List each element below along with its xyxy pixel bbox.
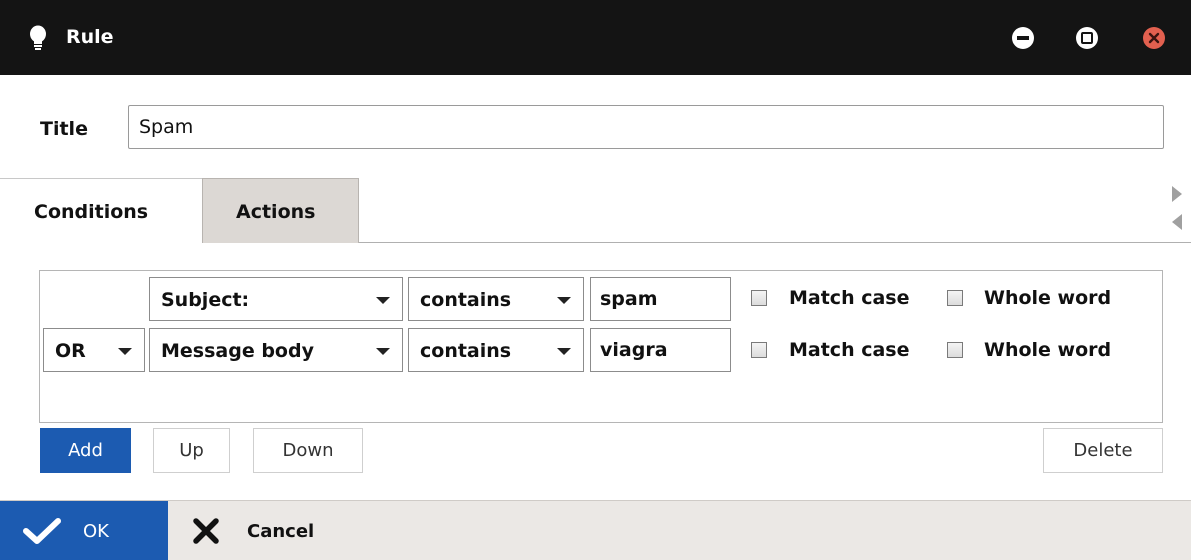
match-case-checkbox[interactable] — [751, 290, 767, 306]
tab-scroll-right-icon[interactable] — [1172, 186, 1182, 202]
match-case-checkbox[interactable] — [751, 342, 767, 358]
window-title: Rule — [66, 26, 114, 48]
chevron-down-icon — [557, 297, 571, 304]
condition-operator-select[interactable]: OR — [43, 328, 145, 372]
dialog-footer: OK Cancel — [0, 500, 1191, 560]
title-input[interactable]: Spam — [128, 105, 1164, 149]
checkmark-icon — [23, 518, 61, 544]
tab-conditions[interactable]: Conditions — [0, 178, 203, 243]
title-label: Title — [40, 118, 88, 140]
condition-comparison-value: contains — [420, 340, 512, 362]
close-x-icon — [193, 518, 219, 544]
condition-value-input[interactable]: viagra — [590, 328, 731, 372]
delete-condition-button[interactable]: Delete — [1043, 428, 1163, 473]
whole-word-checkbox[interactable] — [947, 290, 963, 306]
ok-button[interactable]: OK — [0, 501, 168, 560]
match-case-label: Match case — [789, 287, 910, 309]
whole-word-checkbox[interactable] — [947, 342, 963, 358]
condition-comparison-value: contains — [420, 289, 512, 311]
cancel-button-label: Cancel — [247, 521, 315, 542]
whole-word-label: Whole word — [984, 339, 1112, 361]
add-condition-button[interactable]: Add — [40, 428, 131, 473]
condition-field-select[interactable]: Message body — [149, 328, 403, 372]
chevron-down-icon — [376, 348, 390, 355]
condition-field-value: Subject: — [161, 289, 250, 311]
tab-scroll-left-icon[interactable] — [1172, 214, 1182, 230]
chevron-down-icon — [118, 348, 132, 355]
minimize-icon[interactable] — [1012, 27, 1034, 49]
lightbulb-icon — [30, 25, 46, 50]
window-titlebar[interactable]: Rule — [0, 0, 1191, 75]
condition-value-input[interactable]: spam — [590, 277, 731, 321]
condition-field-select[interactable]: Subject: — [149, 277, 403, 321]
tab-actions-label: Actions — [236, 201, 316, 223]
ok-button-label: OK — [83, 521, 109, 542]
tab-conditions-label: Conditions — [34, 201, 149, 223]
whole-word-label: Whole word — [984, 287, 1112, 309]
chevron-down-icon — [557, 348, 571, 355]
cancel-button[interactable]: Cancel — [168, 501, 368, 560]
condition-comparison-select[interactable]: contains — [408, 277, 584, 321]
tab-actions[interactable]: Actions — [202, 178, 359, 243]
condition-comparison-select[interactable]: contains — [408, 328, 584, 372]
close-icon[interactable] — [1143, 27, 1165, 49]
condition-field-value: Message body — [161, 340, 314, 362]
move-up-button[interactable]: Up — [153, 428, 230, 473]
maximize-icon[interactable] — [1076, 27, 1098, 49]
chevron-down-icon — [376, 297, 390, 304]
move-down-button[interactable]: Down — [253, 428, 363, 473]
condition-operator-value: OR — [55, 340, 86, 362]
match-case-label: Match case — [789, 339, 910, 361]
